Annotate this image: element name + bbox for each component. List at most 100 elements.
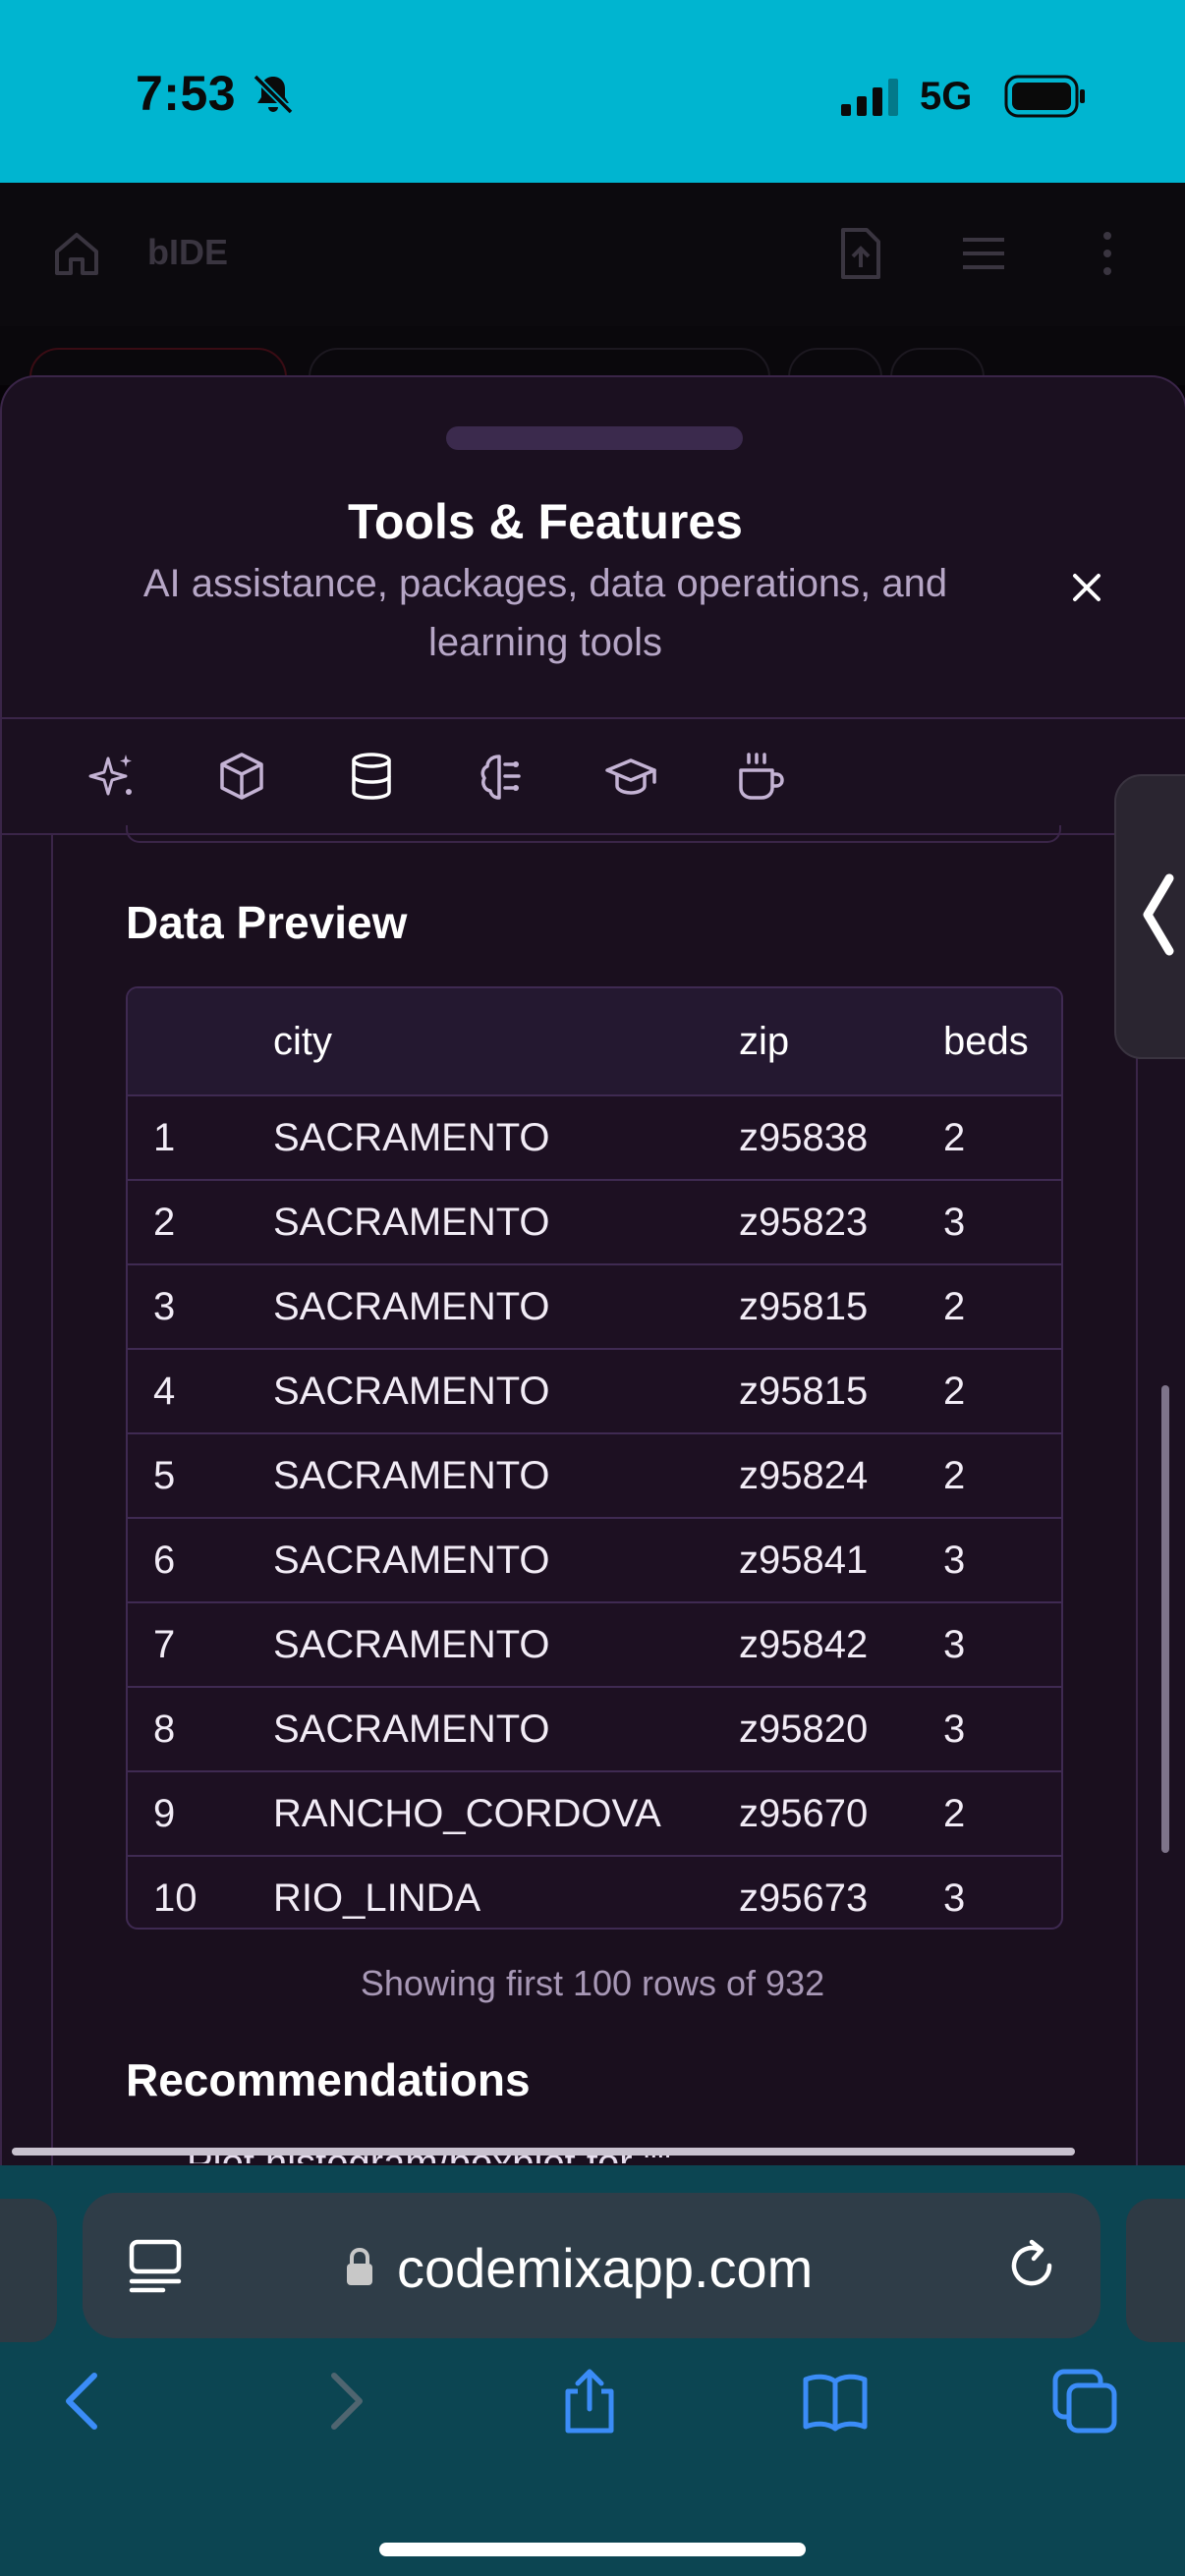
row-index: 5 [153, 1454, 176, 1497]
package-icon[interactable] [214, 749, 269, 804]
bell-slash-icon [253, 74, 294, 115]
row-index: 9 [153, 1792, 176, 1835]
table-row: 5 SACRAMENTO z95824 2 [128, 1434, 1061, 1519]
more-vertical-icon[interactable] [1093, 228, 1122, 279]
sheet-subtitle-line: AI assistance, packages, data operations… [142, 562, 948, 605]
city-cell: SACRAMENTO [273, 1539, 550, 1582]
city-cell: SACRAMENTO [273, 1116, 550, 1159]
row-index: 6 [153, 1539, 176, 1582]
data-preview-table[interactable]: city zip beds 1 SACRAMENTO z95838 2 2 SA… [126, 986, 1063, 1930]
status-time: 7:53 [136, 66, 237, 121]
next-tab-peek[interactable] [1126, 2199, 1185, 2342]
table-row: 1 SACRAMENTO z95838 2 [128, 1096, 1061, 1181]
table-row: 10 RIO_LINDA z95673 3 [128, 1857, 1061, 1928]
screen: 7:53 5G bIDE Tools & Features AI assista… [0, 0, 1185, 2576]
share-icon[interactable] [554, 2366, 625, 2436]
city-cell: RIO_LINDA [273, 1876, 481, 1920]
row-index: 3 [153, 1285, 176, 1328]
forward-icon [331, 2373, 363, 2430]
city-cell: SACRAMENTO [273, 1623, 550, 1666]
sheet-subtitle: AI assistance, packages, data operations… [81, 554, 1010, 672]
zip-cell: z95824 [739, 1454, 869, 1497]
zip-cell: z95838 [739, 1116, 869, 1159]
table-row: 9 RANCHO_CORDOVA z95670 2 [128, 1772, 1061, 1857]
sheet-grabber[interactable] [446, 426, 743, 450]
zip-cell: z95815 [739, 1370, 869, 1413]
address-bar[interactable]: codemixapp.com [83, 2193, 1100, 2338]
row-index: 10 [153, 1876, 198, 1920]
app-header: bIDE [0, 183, 1185, 326]
table-row: 4 SACRAMENTO z95815 2 [128, 1350, 1061, 1434]
previous-card-edge [126, 825, 1061, 843]
city-cell: SACRAMENTO [273, 1285, 550, 1328]
zip-cell: z95670 [739, 1792, 869, 1835]
url-text: codemixapp.com [397, 2237, 814, 2299]
table-row: 7 SACRAMENTO z95842 3 [128, 1603, 1061, 1688]
menu-icon[interactable] [961, 234, 1006, 273]
reader-icon[interactable] [126, 2238, 185, 2293]
ai-sparkle-icon[interactable] [85, 749, 140, 804]
beds-cell: 3 [943, 1876, 966, 1920]
reload-icon[interactable] [1002, 2236, 1061, 2295]
city-cell: SACRAMENTO [273, 1708, 550, 1751]
column-header: beds [943, 1020, 1029, 1063]
close-icon[interactable] [1059, 560, 1114, 615]
table-header: city zip beds [128, 988, 1061, 1096]
side-panel-handle[interactable] [1114, 774, 1185, 1059]
city-cell: RANCHO_CORDOVA [273, 1792, 661, 1835]
zip-cell: z95823 [739, 1201, 869, 1244]
recommendations-title: Recommendations [126, 2054, 531, 2105]
status-bar: 7:53 5G [0, 0, 1185, 183]
battery-icon [1004, 75, 1085, 118]
rows-count-note: Showing first 100 rows of 932 [360, 1963, 825, 2003]
zip-cell: z95673 [739, 1876, 869, 1920]
brain-icon[interactable] [474, 749, 529, 804]
tools-sheet: Tools & Features AI assistance, packages… [0, 375, 1185, 2167]
data-panel: Data Preview city zip beds 1 SACRAMENTO … [51, 825, 1138, 2167]
file-upload-icon[interactable] [837, 226, 884, 281]
table-row: 2 SACRAMENTO z95823 3 [128, 1181, 1061, 1265]
sheet-title: Tools & Features [348, 494, 743, 549]
lock-icon [347, 2247, 372, 2285]
city-cell: SACRAMENTO [273, 1370, 550, 1413]
zip-cell: z95842 [739, 1623, 869, 1666]
graduation-cap-icon[interactable] [603, 749, 658, 804]
beds-cell: 3 [943, 1623, 966, 1666]
bookmarks-icon[interactable] [800, 2366, 871, 2436]
table-row: 8 SACRAMENTO z95820 3 [128, 1688, 1061, 1772]
back-icon[interactable] [49, 2366, 120, 2436]
app-title: bIDE [147, 232, 229, 272]
beds-cell: 3 [943, 1539, 966, 1582]
zip-cell: z95815 [739, 1285, 869, 1328]
chevron-left-icon [1143, 873, 1174, 956]
tool-tabs [2, 719, 1185, 833]
table-row: 6 SACRAMENTO z95841 3 [128, 1519, 1061, 1603]
row-index: 1 [153, 1116, 176, 1159]
previous-tab-peek[interactable] [0, 2199, 57, 2342]
beds-cell: 3 [943, 1201, 966, 1244]
city-cell: SACRAMENTO [273, 1454, 550, 1497]
beds-cell: 2 [943, 1370, 966, 1413]
browser-toolbar: codemixapp.com [0, 2165, 1185, 2576]
signal-icon [841, 79, 898, 116]
beds-cell: 2 [943, 1116, 966, 1159]
beds-cell: 3 [943, 1708, 966, 1751]
vertical-scrollbar[interactable] [1161, 1385, 1169, 1853]
beds-cell: 2 [943, 1792, 966, 1835]
home-indicator[interactable] [379, 2543, 806, 2556]
sheet-subtitle-line: learning tools [428, 621, 662, 664]
city-cell: SACRAMENTO [273, 1201, 550, 1244]
column-header: zip [739, 1020, 790, 1063]
network-label: 5G [920, 75, 973, 118]
home-icon[interactable] [51, 228, 102, 279]
beds-cell: 2 [943, 1285, 966, 1328]
horizontal-scrollbar[interactable] [12, 2148, 1075, 2156]
data-preview-title: Data Preview [126, 897, 408, 948]
database-icon[interactable] [344, 749, 399, 804]
coffee-icon[interactable] [733, 749, 788, 804]
beds-cell: 2 [943, 1454, 966, 1497]
tabs-icon[interactable] [1049, 2366, 1120, 2436]
zip-cell: z95820 [739, 1708, 869, 1751]
table-row: 3 SACRAMENTO z95815 2 [128, 1265, 1061, 1350]
row-index: 7 [153, 1623, 176, 1666]
